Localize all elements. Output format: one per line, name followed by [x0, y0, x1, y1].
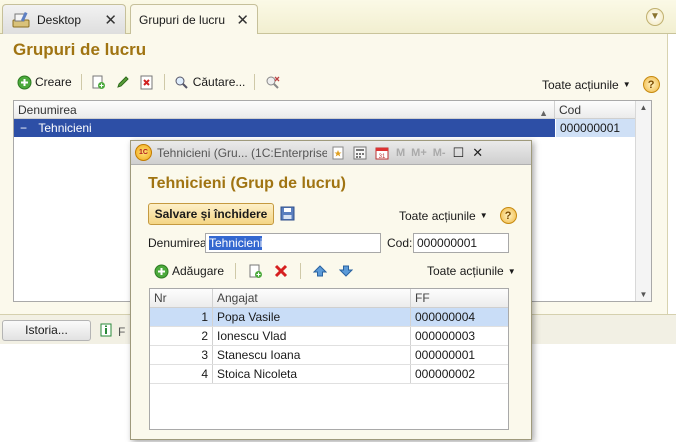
1c-logo-icon: 1C [135, 144, 152, 161]
delete-icon [139, 74, 155, 90]
vertical-scrollbar[interactable]: ▲ ▼ [635, 101, 651, 301]
save-icon[interactable] [280, 206, 295, 221]
list-item-code: 000000001 [555, 119, 635, 137]
history-button[interactable]: Istoria... [2, 320, 91, 341]
copy-add-icon [91, 74, 107, 90]
pencil-icon [115, 74, 131, 90]
dialog-all-actions-menu[interactable]: Toate acțiunile ▼ ? [399, 207, 517, 224]
save-and-close-button[interactable]: Salvare și închidere [148, 203, 274, 225]
add-circle-icon [153, 263, 169, 279]
dialog-heading: Tehnicieni (Grup de lucru) [148, 175, 346, 192]
column-header-ff[interactable]: FF [411, 289, 508, 307]
maximize-icon[interactable]: ☐ [453, 145, 465, 161]
employees-all-actions-label: Toate acțiunile [427, 264, 504, 278]
edit-button[interactable] [113, 72, 133, 92]
table-row[interactable]: 1 Popa Vasile 000000004 [150, 308, 508, 327]
copy-row-button[interactable] [245, 261, 265, 281]
dialog-window-title: Tehnicieni (Gru... (1C:Enterprise) [157, 145, 327, 160]
column-header-name[interactable]: Denumirea ▲ [14, 101, 555, 118]
toolbar-divider [235, 263, 237, 279]
collapse-icon[interactable]: − [20, 121, 27, 135]
work-group-dialog: 1C Tehnicieni (Gru... (1C:Enterprise) 31… [130, 140, 532, 440]
page-title: Grupuri de lucru [13, 40, 147, 59]
info-icon [100, 323, 112, 337]
svg-text:31: 31 [379, 154, 386, 160]
tab-desktop-label: Desktop [37, 12, 82, 27]
desktop-icon [11, 11, 31, 29]
memory-button-m-plus[interactable]: M+ [411, 147, 427, 159]
code-field-value: 000000001 [417, 236, 478, 250]
copy-add-icon [247, 263, 263, 279]
close-icon[interactable]: ✕ [236, 11, 249, 29]
code-field[interactable]: 000000001 [413, 233, 509, 253]
tab-bar: Desktop ✕ Grupuri de lucru ✕ ▼ [0, 0, 676, 35]
add-circle-icon [16, 74, 32, 90]
list-toolbar: Creare Căutare... [14, 72, 282, 92]
move-down-button[interactable] [336, 261, 356, 281]
name-field-label: Denumirea: [148, 236, 211, 250]
all-actions-label: Toate acțiunile [542, 77, 619, 92]
name-field[interactable]: Tehnicieni [205, 233, 381, 253]
arrow-down-icon [338, 263, 354, 279]
employees-all-actions-menu[interactable]: Toate acțiunile ▼ [427, 264, 516, 278]
name-field-value: Tehnicieni [209, 236, 263, 250]
table-row[interactable]: 2 Ionescu Vlad 000000003 [150, 327, 508, 346]
scroll-up-icon[interactable]: ▲ [640, 103, 648, 112]
search-cancel-icon [264, 74, 280, 90]
calculator-icon[interactable] [352, 145, 368, 161]
chevron-down-icon: ▼ [479, 211, 488, 220]
tab-work-groups-label: Grupuri de lucru [139, 13, 226, 27]
help-icon[interactable]: ? [499, 207, 517, 224]
toolbar-divider [163, 74, 165, 90]
tab-desktop[interactable]: Desktop ✕ [2, 4, 126, 34]
chevron-down-icon[interactable]: ▼ [646, 8, 664, 26]
arrow-up-icon [312, 263, 328, 279]
help-icon[interactable]: ? [642, 76, 660, 93]
search-button[interactable]: Căutare... [172, 72, 248, 92]
copy-button[interactable] [89, 72, 109, 92]
toolbar-divider [300, 263, 302, 279]
add-row-label: Adăugare [172, 264, 225, 278]
toolbar-divider [80, 74, 82, 90]
search-icon [174, 74, 190, 90]
chevron-down-icon: ▼ [622, 80, 631, 89]
add-row-button[interactable]: Adăugare [151, 261, 226, 281]
calendar-icon[interactable]: 31 [374, 145, 390, 161]
search-label: Căutare... [192, 75, 246, 89]
memory-button-m-minus[interactable]: M- [433, 147, 446, 159]
bottom-partial-text: F [118, 325, 126, 339]
employees-table: Nr Angajat FF 1 Popa Vasile 000000004 2 … [149, 288, 509, 430]
close-icon[interactable]: ✕ [104, 11, 117, 29]
code-field-label: Cod: [387, 236, 413, 250]
dialog-titlebar: 1C Tehnicieni (Gru... (1C:Enterprise) 31… [131, 141, 531, 165]
column-header-employee[interactable]: Angajat [213, 289, 411, 307]
memory-button-m[interactable]: M [396, 147, 405, 159]
table-header: Nr Angajat FF [150, 289, 508, 308]
create-button[interactable]: Creare [14, 72, 74, 92]
sort-icon[interactable]: ▲ [539, 104, 548, 122]
tab-work-groups[interactable]: Grupuri de lucru ✕ [130, 4, 258, 35]
list-item[interactable]: − Tehnicieni 000000001 [14, 119, 651, 137]
scroll-down-icon[interactable]: ▼ [640, 290, 648, 299]
cancel-search-button[interactable] [262, 72, 282, 92]
close-icon[interactable]: ✕ [472, 145, 483, 161]
table-row[interactable]: 3 Stanescu Ioana 000000001 [150, 346, 508, 365]
toolbar-divider [254, 74, 256, 90]
bookmark-icon[interactable] [330, 145, 346, 161]
create-label: Creare [35, 75, 72, 89]
column-header-code[interactable]: Cod [555, 101, 635, 118]
list-item-name: Tehnicieni [38, 121, 92, 135]
chevron-down-icon: ▼ [507, 266, 516, 276]
list-header: Denumirea ▲ Cod [14, 101, 651, 119]
delete-button[interactable] [137, 72, 157, 92]
all-actions-menu[interactable]: Toate acțiunile ▼ ? [542, 76, 660, 93]
delete-x-icon [273, 263, 289, 279]
column-header-nr[interactable]: Nr [150, 289, 213, 307]
table-row[interactable]: 4 Stoica Nicoleta 000000002 [150, 365, 508, 384]
employees-toolbar: Adăugare [151, 262, 356, 280]
dialog-all-actions-label: Toate acțiunile [399, 208, 476, 223]
move-up-button[interactable] [310, 261, 330, 281]
delete-row-button[interactable] [271, 261, 291, 281]
